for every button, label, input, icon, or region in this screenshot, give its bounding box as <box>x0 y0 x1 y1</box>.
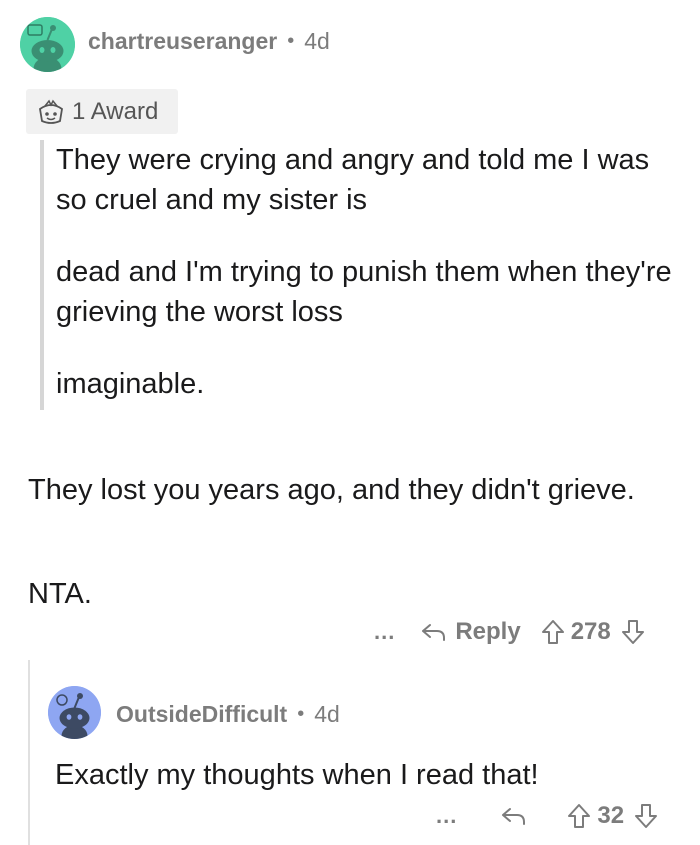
award-badge[interactable]: 1 Award <box>26 89 178 134</box>
comment-age: 4d <box>304 28 330 54</box>
reply-actions: ... 32 <box>436 802 658 830</box>
user-avatar[interactable] <box>20 17 75 72</box>
quote-paragraph: They were crying and angry and told me I… <box>56 144 650 216</box>
reply-user-avatar[interactable] <box>48 686 101 739</box>
comment-body-paragraph: They lost you years ago, and they didn't… <box>28 474 635 506</box>
reply-button[interactable] <box>501 806 535 826</box>
quote-paragraph: imaginable. <box>56 368 205 400</box>
vote-score: 278 <box>570 618 611 645</box>
vote-controls: 278 <box>541 618 645 646</box>
meta-separator: • <box>297 703 305 725</box>
reply-username[interactable]: OutsideDifficult <box>116 701 287 728</box>
comment-meta: chartreuseranger • 4d <box>88 28 330 55</box>
vote-score: 32 <box>597 802 625 829</box>
award-icon <box>36 99 66 125</box>
quote-paragraph: dead and I'm trying to punish them when … <box>56 256 672 328</box>
downvote-icon[interactable] <box>634 803 658 829</box>
more-options-button[interactable]: ... <box>436 803 457 829</box>
award-label: 1 Award <box>72 97 159 125</box>
upvote-icon[interactable] <box>541 619 565 645</box>
reply-arrow-icon <box>502 808 526 825</box>
thread-line[interactable] <box>28 660 30 845</box>
blockquote: They were crying and angry and told me I… <box>40 140 680 410</box>
reply-arrow-icon <box>422 624 446 641</box>
upvote-icon[interactable] <box>567 803 591 829</box>
reply-body: Exactly my thoughts when I read that! <box>55 759 539 791</box>
comment-username[interactable]: chartreuseranger <box>88 28 277 55</box>
downvote-icon[interactable] <box>621 619 645 645</box>
reply-label: Reply <box>455 618 521 645</box>
comment-actions: ... Reply 278 <box>374 618 645 646</box>
reply-age: 4d <box>314 701 340 727</box>
more-options-button[interactable]: ... <box>374 619 395 645</box>
vote-controls: 32 <box>567 802 658 830</box>
meta-separator: • <box>287 30 295 52</box>
snoo-avatar-icon <box>48 686 101 739</box>
comment-body-paragraph: NTA. <box>28 578 92 610</box>
snoo-avatar-icon <box>20 17 75 72</box>
reply-meta: OutsideDifficult • 4d <box>116 701 340 728</box>
reply-button[interactable]: Reply <box>421 618 521 646</box>
